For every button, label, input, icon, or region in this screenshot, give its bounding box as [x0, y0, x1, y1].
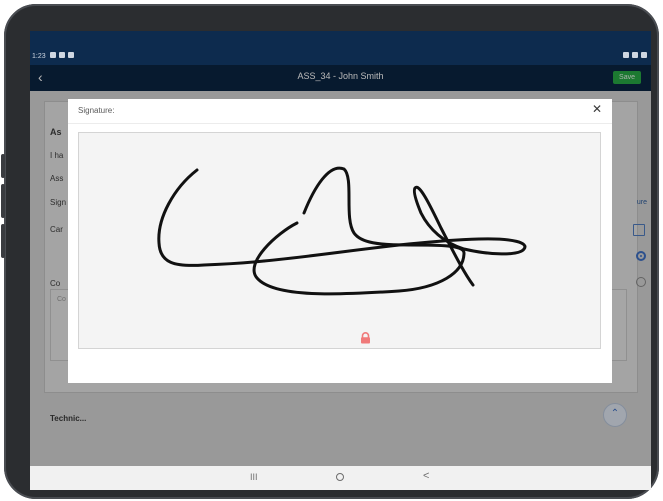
tablet-frame: 1:23 ‹ ASS_34 - John Smith Save As I ha …: [1, 4, 659, 499]
home-button[interactable]: [336, 473, 344, 481]
screen: 1:23 ‹ ASS_34 - John Smith Save As I ha …: [30, 31, 651, 490]
side-button: [1, 154, 5, 178]
signature-pad[interactable]: [78, 132, 601, 349]
app-icon: [68, 52, 74, 58]
signature-drawing: [157, 166, 527, 296]
system-icons: [623, 52, 647, 58]
nav-back-button[interactable]: <: [423, 470, 429, 482]
system-nav-bar: III <: [30, 466, 651, 490]
close-icon[interactable]: ✕: [592, 103, 602, 115]
wifi-icon: [632, 52, 638, 58]
signature-modal: Signature: ✕: [68, 99, 612, 383]
status-time: 1:23: [32, 53, 46, 60]
battery-icon: [641, 52, 647, 58]
side-button: [1, 224, 5, 258]
notification-icons: [50, 52, 74, 58]
image-icon: [50, 52, 56, 58]
modal-title: Signature:: [78, 106, 115, 115]
mute-icon: [623, 52, 629, 58]
edit-icon: [59, 52, 65, 58]
lock-icon: [361, 332, 370, 344]
modal-header: Signature: ✕: [68, 99, 612, 124]
recent-apps-button[interactable]: III: [250, 472, 258, 482]
side-button: [1, 184, 5, 218]
status-bar: 1:23: [30, 31, 651, 65]
